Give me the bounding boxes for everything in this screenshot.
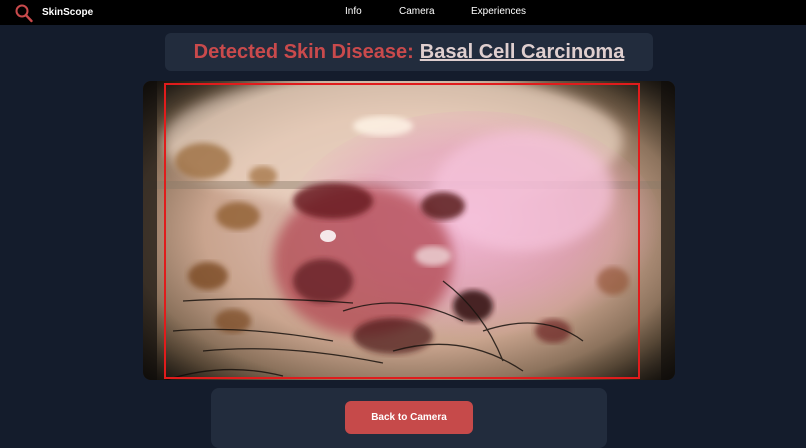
magnifier-icon bbox=[15, 4, 33, 23]
nav-link-experiences[interactable]: Experiences bbox=[471, 6, 526, 18]
action-panel: Back to Camera bbox=[211, 388, 607, 448]
detection-bounding-box bbox=[164, 83, 640, 379]
nav-link-camera[interactable]: Camera bbox=[399, 6, 435, 18]
brand-link[interactable]: SkinScope bbox=[14, 3, 93, 23]
disease-name: Basal Cell Carcinoma bbox=[419, 40, 625, 63]
skin-lesion-image bbox=[143, 81, 675, 380]
brand-name: SkinScope bbox=[42, 7, 94, 18]
result-label: Detected Skin Disease: bbox=[193, 40, 414, 63]
back-to-camera-button[interactable]: Back to Camera bbox=[345, 401, 473, 434]
result-title-card: Detected Skin Disease: Basal Cell Carcin… bbox=[165, 33, 653, 71]
nav-link-info[interactable]: Info bbox=[345, 6, 362, 18]
top-navbar: SkinScope Info Camera Experiences bbox=[0, 0, 806, 25]
